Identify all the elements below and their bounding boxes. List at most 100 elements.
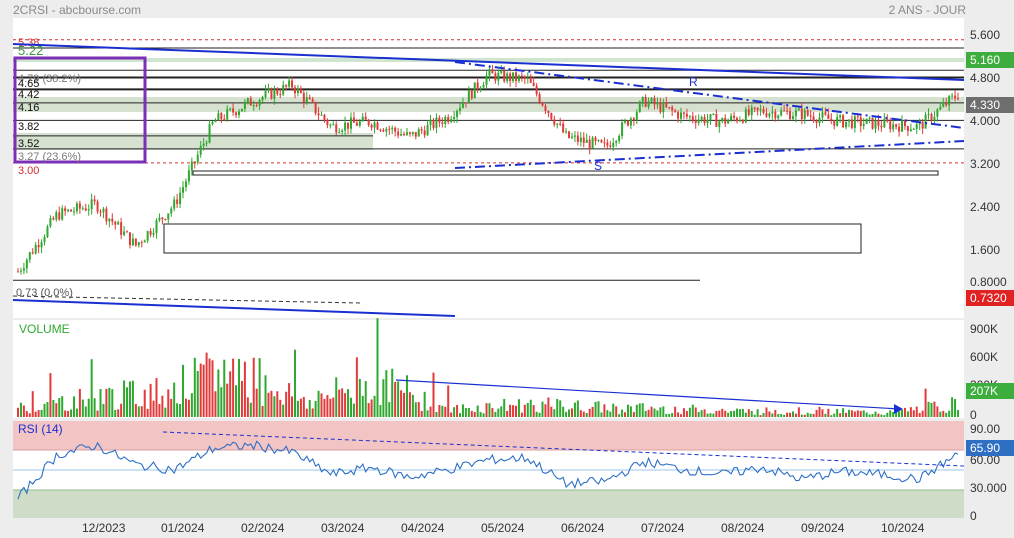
volume-bar [957,410,959,417]
volume-bar [500,406,503,417]
volume-bar [299,398,302,417]
volume-bar [847,409,850,417]
candle-body [488,69,491,76]
volume-bar [102,403,105,417]
volume-bar [789,412,792,417]
volume-bar [140,406,143,417]
volume-bar [352,403,355,417]
candle-body [659,102,662,113]
candle-body [456,110,459,118]
volume-bar [261,405,264,417]
volume-bar [164,407,167,417]
volume-bar [317,390,320,417]
volume-bar [329,398,332,417]
candle-body [803,110,806,119]
candle-body [473,82,476,99]
candle-body [267,88,270,91]
candle-body [618,136,621,142]
candle-body [526,77,529,79]
candle-body [349,117,352,129]
volume-bar [22,405,25,417]
volume-bar [429,406,432,417]
volume-bar [111,389,114,417]
candle-body [868,117,871,119]
candle-body [600,140,603,143]
candle-body [99,211,102,213]
volume-bar [332,397,335,417]
candle-body [120,222,123,235]
volume-bar [509,404,512,417]
candle-body [588,139,591,149]
fib-label-416: 4.16 [18,102,39,114]
candle-body [550,112,553,120]
candle-body [261,97,264,101]
candle-body [688,116,691,118]
candle-body [529,77,532,83]
candle-body [282,85,285,95]
candle-body [685,113,688,117]
volume-bar [765,407,768,417]
volume-bar [347,389,350,417]
volume-bar [771,413,774,417]
candle-body [394,127,397,132]
price-tick: 3.200 [970,157,1000,171]
volume-bar [791,411,794,417]
candle-body [243,101,246,109]
candle-body [747,109,750,115]
volume-bar [49,373,52,417]
candle-body [609,145,612,147]
candle-body [338,132,341,134]
candle-body [579,137,582,142]
volume-bar [232,358,235,417]
volume-bar [718,410,721,417]
candle-body [90,199,93,210]
candle-body [293,87,296,94]
volume-bar [143,389,146,417]
candle-body [570,136,573,138]
candle-body [28,252,31,260]
candle-body [677,111,680,119]
candle-body [895,124,898,127]
candle-body [880,125,883,128]
volume-value: 207K [970,384,998,398]
volume-bar [570,408,573,417]
candle-body [128,232,131,246]
volume-bar [517,399,520,417]
volume-bar [783,414,786,417]
volume-bar [214,391,217,417]
candle-body [780,110,783,116]
rsi-value: 65.90 [970,441,1000,455]
candle-body [426,124,429,136]
candle-body [535,85,538,95]
candle-body [839,115,842,118]
candle-body [582,137,585,143]
candle-body [190,161,193,171]
volume-bar [376,318,379,417]
candle-body [494,73,497,81]
volume-bar [488,403,491,417]
candle-body [818,117,821,123]
date-tick: 01/2024 [161,521,205,535]
candle-body [249,98,252,106]
candle-body [46,226,49,237]
candle-body [479,87,482,90]
candle-body [786,110,789,112]
candle-body [152,232,155,235]
volume-label: VOLUME [19,322,70,336]
volume-bar [226,383,229,417]
candle-body [146,231,149,241]
candle-body [417,129,420,137]
candle-body [288,80,291,87]
candle-body [84,208,87,211]
time-axis: 12/2023 01/2024 02/2024 03/2024 04/2024 05/20… [82,521,925,535]
candle-body [131,238,134,246]
volume-bar [96,410,99,417]
candle-body [853,116,856,129]
volume-bar [883,415,886,417]
candle-body [435,117,438,128]
candle-body [759,109,762,111]
volume-bar [134,403,137,417]
candle-body [594,137,597,141]
candle-body [388,128,391,130]
volume-bar [694,407,697,417]
